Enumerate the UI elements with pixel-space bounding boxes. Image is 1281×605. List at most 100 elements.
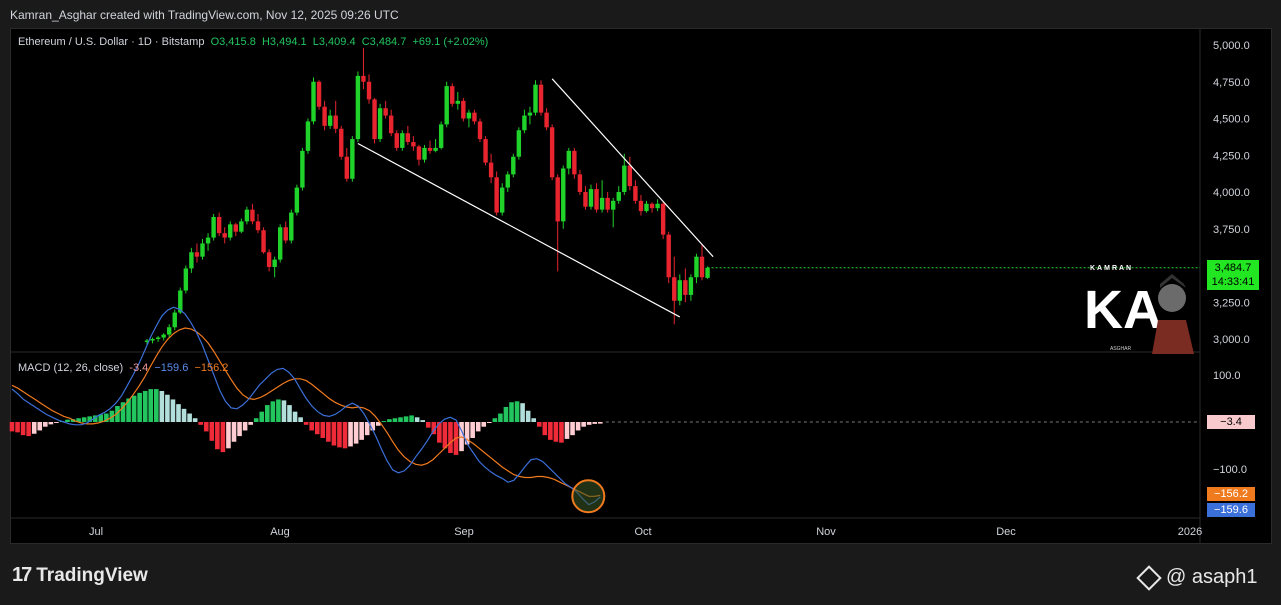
candle-body — [305, 121, 311, 151]
macd-label: MACD (12, 26, close) — [18, 362, 124, 374]
price-tick-label: 3,000.0 — [1213, 334, 1250, 346]
macd-histogram-bar — [187, 413, 192, 422]
macd-histogram-bar — [54, 422, 59, 423]
candle-body — [527, 112, 533, 116]
candle-body — [194, 252, 200, 257]
candle-body — [189, 252, 194, 269]
macd-hist-tag: −3.4 — [1207, 415, 1255, 429]
candle-body — [611, 200, 616, 210]
macd-histogram-bar — [481, 422, 487, 427]
candle-body — [466, 112, 472, 119]
macd-histogram-bar — [231, 422, 237, 442]
open-value: O3,415.8 — [210, 36, 256, 48]
macd-histogram-bar — [442, 422, 448, 449]
watermark-graphic: KAMRAN KA ASGHAR — [1084, 265, 1194, 354]
author-handle: @ asaph1 — [1136, 564, 1258, 591]
candle-body — [350, 139, 355, 179]
macd-histogram-bar — [220, 422, 226, 453]
macd-legend: MACD (12, 26, close) -3.4 −159.6 −156.2 — [18, 362, 228, 374]
candle-body — [594, 189, 599, 210]
macd-histogram-bar — [15, 422, 20, 433]
candle-body — [294, 187, 300, 213]
last-price: 3,484.7 — [1214, 262, 1252, 274]
macd-histogram-bar — [203, 422, 209, 432]
tv-logo-icon: 17 — [12, 564, 32, 586]
candle-body — [516, 130, 522, 157]
author-handle-text: @ asaph1 — [1166, 566, 1258, 588]
macd-histogram-bar — [192, 418, 198, 422]
candle-body — [183, 268, 189, 291]
macd-histogram-bar — [525, 410, 531, 422]
svg-text:KAMRAN: KAMRAN — [1090, 265, 1133, 272]
candle-body — [433, 147, 438, 151]
candle-body — [672, 277, 677, 301]
candle-body — [228, 224, 233, 238]
time-tick-label: Sep — [454, 526, 474, 538]
candle-body — [150, 339, 155, 341]
candle-body — [327, 115, 333, 126]
candle-body — [167, 327, 172, 335]
candle-body — [405, 133, 411, 143]
macd-histogram-bar — [475, 422, 481, 432]
svg-text:ASGHAR: ASGHAR — [1110, 346, 1132, 352]
candle-body — [344, 156, 349, 179]
candle-body — [699, 256, 705, 278]
candle-body — [155, 337, 161, 339]
candle-body — [549, 127, 555, 178]
macd-histogram-bar — [181, 408, 187, 422]
candle-body — [205, 237, 211, 244]
macd-histogram-bar — [559, 422, 564, 443]
candle-body — [688, 277, 694, 295]
macd-histogram-bar — [270, 401, 276, 422]
macd-histogram-bar — [392, 418, 398, 422]
candle-body — [339, 128, 344, 157]
macd-histogram-bar — [226, 422, 231, 449]
macd-histogram-bar — [292, 411, 298, 422]
macd-histogram-bar — [81, 417, 87, 422]
macd-histogram-bar — [281, 400, 287, 422]
candle-body — [222, 233, 227, 238]
macd-histogram-bar — [409, 415, 414, 422]
macd-histogram-bar — [575, 422, 581, 431]
candle-body — [705, 267, 710, 278]
macd-histogram-bar — [48, 422, 54, 425]
crossover-highlight-circle — [571, 479, 606, 514]
tradingview-logo[interactable]: 17 TradingView — [12, 564, 148, 587]
price-tick-label: 3,750.0 — [1213, 224, 1250, 236]
macd-histogram-bar — [237, 422, 242, 437]
ohlc-legend: Ethereum / U.S. Dollar · 1D · Bitstamp O… — [18, 36, 488, 48]
macd-signal-value: −156.2 — [194, 362, 229, 374]
macd-histogram-bar — [142, 390, 148, 422]
candle-body — [538, 84, 544, 113]
candle-body — [616, 192, 621, 201]
candle-body — [255, 221, 261, 231]
candle-body — [505, 174, 510, 188]
macd-histogram-bar — [20, 422, 26, 436]
candle-body — [316, 81, 322, 107]
price-tick-label: 4,750.0 — [1213, 77, 1250, 89]
candle-body — [244, 209, 250, 222]
kamran-watermark: KAMRAN KA ASGHAR — [1080, 258, 1198, 354]
candle-body — [472, 112, 477, 122]
candle-body — [438, 124, 444, 148]
candle-body — [666, 234, 671, 278]
candle-body — [660, 203, 666, 235]
candle-body — [633, 186, 638, 201]
macd-histogram-bar — [265, 405, 270, 422]
macd-histogram-bar — [298, 417, 303, 422]
macd-histogram-bar — [598, 422, 603, 424]
candle-body — [555, 177, 560, 222]
candle-body — [544, 112, 549, 128]
candle-body — [400, 133, 405, 148]
candle-body — [278, 227, 283, 260]
candle-body — [361, 75, 366, 82]
macd-histogram-bar — [531, 418, 536, 422]
macd-histogram-bar — [581, 422, 586, 427]
candle-body — [289, 212, 294, 241]
candle-body — [300, 150, 305, 188]
candle-body — [383, 108, 388, 116]
close-value: C3,484.7 — [361, 36, 407, 48]
candle-body — [638, 200, 644, 212]
candle-body — [622, 165, 627, 192]
candle-body — [427, 147, 433, 151]
